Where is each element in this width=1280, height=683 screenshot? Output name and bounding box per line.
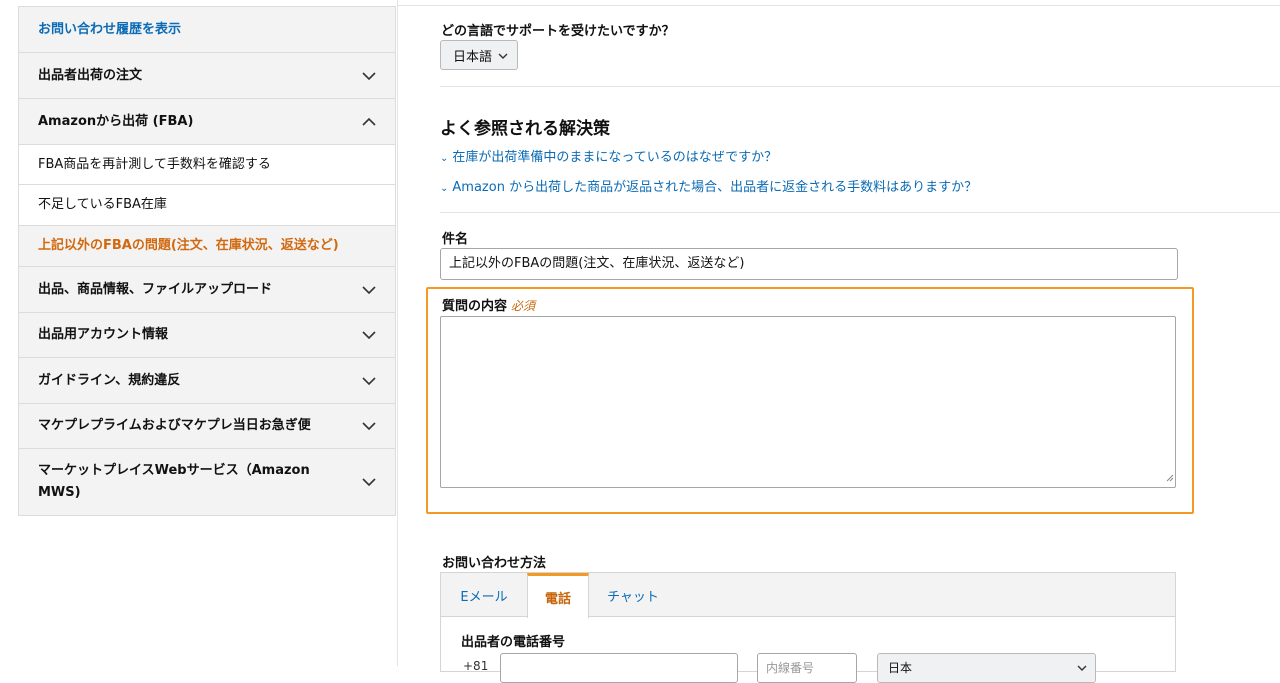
question-content-label-text: 質問の内容 bbox=[442, 299, 508, 314]
sidebar-subitem-missing-inventory[interactable]: 不足しているFBA在庫 bbox=[19, 185, 395, 226]
sidebar-item-label: FBA商品を再計測して手数料を確認する bbox=[38, 156, 271, 172]
chevron-down-icon bbox=[361, 327, 377, 343]
sidebar-item-label: マケプレプライムおよびマケプレ当日お急ぎ便 bbox=[38, 418, 311, 433]
country-code: +81 bbox=[463, 659, 489, 673]
sidebar-item-label: Amazonから出荷 (FBA) bbox=[38, 113, 194, 129]
extension-input[interactable]: 内線番号 bbox=[757, 653, 857, 683]
sidebar-item-prime[interactable]: マケプレプライムおよびマケプレ当日お急ぎ便 bbox=[19, 404, 395, 449]
sidebar-item-label: 出品、商品情報、ファイルアップロード bbox=[38, 281, 273, 297]
contact-history-link[interactable]: お問い合わせ履歴を表示 bbox=[38, 19, 181, 41]
subject-label: 件名 bbox=[442, 232, 469, 247]
subject-input[interactable]: 上記以外のFBAの問題(注文、在庫状況、返送など) bbox=[440, 248, 1178, 280]
sidebar-item-label: 上記以外のFBAの問題(注文、在庫状況、返送など) bbox=[38, 238, 339, 253]
divider bbox=[440, 86, 1280, 87]
faq-link[interactable]: ⌄ 在庫が出荷準備中のままになっているのはなぜですか？ bbox=[440, 146, 777, 165]
sidebar-item-guidelines[interactable]: ガイドライン、規約違反 bbox=[19, 358, 395, 404]
question-content-textarea[interactable] bbox=[440, 316, 1176, 488]
sidebar-item-listings[interactable]: 出品、商品情報、ファイルアップロード bbox=[19, 267, 395, 313]
required-label: 必須 bbox=[511, 299, 536, 313]
faq-title: よく参照される解決策 bbox=[440, 119, 610, 139]
faq-link-text: 在庫が出荷準備中のままになっているのはなぜですか？ bbox=[452, 150, 778, 165]
chevron-up-icon bbox=[361, 114, 377, 130]
language-selected-value: 日本語 bbox=[453, 49, 493, 65]
sidebar-item-label: 出品用アカウント情報 bbox=[38, 327, 169, 342]
question-content-label: 質問の内容 必須 bbox=[442, 295, 535, 314]
phone-number-input[interactable] bbox=[500, 653, 738, 683]
chevron-down-icon bbox=[361, 68, 377, 84]
main-top-border bbox=[398, 0, 1280, 6]
tab-phone[interactable]: 電話 bbox=[527, 573, 589, 618]
tab-chat[interactable]: チャット bbox=[589, 573, 677, 617]
chevron-down-icon: ⌄ bbox=[440, 153, 449, 164]
sidebar-subitem-fba-remeasure[interactable]: FBA商品を再計測して手数料を確認する bbox=[19, 145, 395, 185]
sidebar-item-merchant-orders[interactable]: 出品者出荷の注文 bbox=[19, 53, 395, 99]
main-divider bbox=[397, 0, 398, 666]
faq-link-text: Amazon から出荷した商品が返品された場合、出品者に返金される手数料はありま… bbox=[452, 180, 978, 195]
sidebar-item-label: ガイドライン、規約違反 bbox=[38, 372, 181, 388]
chevron-down-icon bbox=[361, 282, 377, 298]
sidebar-item-label: 不足しているFBA在庫 bbox=[38, 197, 167, 212]
sidebar-subitem-other-fba[interactable]: 上記以外のFBAの問題(注文、在庫状況、返送など) bbox=[19, 226, 395, 267]
sidebar-item-fba[interactable]: Amazonから出荷 (FBA) bbox=[19, 99, 395, 145]
contact-method-label: お問い合わせ方法 bbox=[442, 556, 547, 571]
country-select[interactable]: 日本 bbox=[877, 653, 1096, 683]
seller-phone-label: 出品者の電話番号 bbox=[461, 635, 566, 650]
country-selected-value: 日本 bbox=[888, 661, 913, 675]
sidebar-nav: お問い合わせ履歴を表示 出品者出荷の注文 Amazonから出荷 (FBA) FB… bbox=[18, 6, 396, 516]
faq-link[interactable]: ⌄ Amazon から出荷した商品が返品された場合、出品者に返金される手数料はあり… bbox=[440, 176, 977, 195]
chevron-down-icon: ⌄ bbox=[440, 183, 449, 194]
sidebar-item-label: マーケットプレイスWebサービス（Amazon MWS) bbox=[38, 460, 310, 504]
chevron-down-icon bbox=[361, 418, 377, 434]
language-select[interactable]: 日本語 bbox=[440, 40, 518, 70]
sidebar-item-label-line2: MWS) bbox=[38, 485, 81, 500]
resize-grip-icon[interactable] bbox=[1165, 467, 1174, 486]
chevron-down-icon bbox=[1077, 662, 1087, 676]
divider bbox=[440, 212, 1280, 213]
chevron-down-icon bbox=[498, 50, 508, 65]
sidebar-item-mws[interactable]: マーケットプレイスWebサービス（Amazon MWS) bbox=[19, 449, 395, 515]
sidebar-item-label-line1: マーケットプレイスWebサービス（Amazon bbox=[38, 463, 310, 478]
contact-tabs: Eメール 電話 チャット bbox=[441, 573, 1175, 618]
tab-email[interactable]: Eメール bbox=[441, 573, 527, 617]
sidebar-item-label: 出品者出荷の注文 bbox=[38, 67, 143, 83]
chevron-down-icon bbox=[361, 373, 377, 389]
language-question: どの言語でサポートを受けたいですか？ bbox=[441, 24, 675, 39]
chevron-down-icon bbox=[361, 474, 377, 490]
contact-method-panel: Eメール 電話 チャット 出品者の電話番号 +81 内線番号 日本 bbox=[440, 572, 1176, 683]
sidebar-item-account-info[interactable]: 出品用アカウント情報 bbox=[19, 313, 395, 358]
sidebar-item-history[interactable]: お問い合わせ履歴を表示 bbox=[19, 7, 395, 53]
